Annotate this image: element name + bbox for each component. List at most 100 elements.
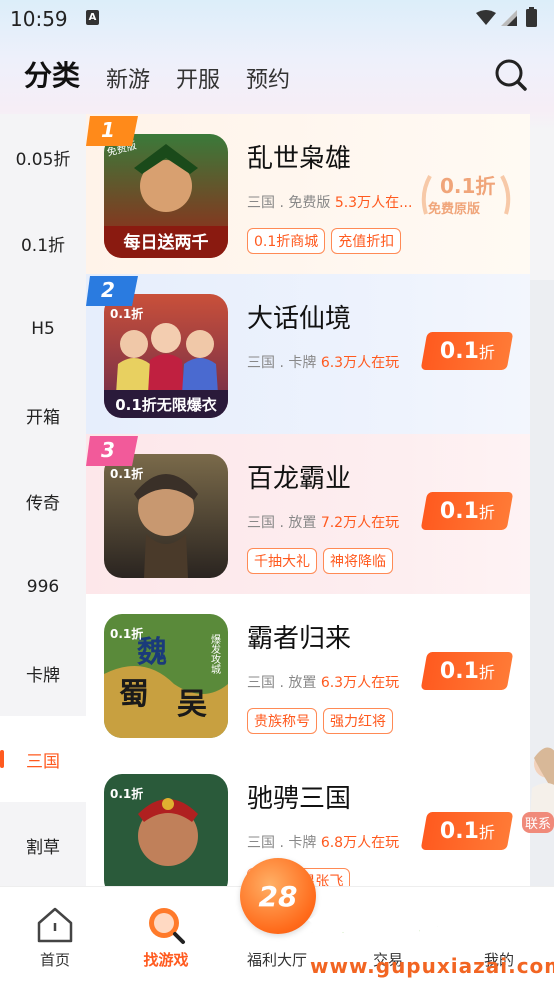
search-icon[interactable] [494, 58, 528, 92]
rank-number: 3 [101, 438, 115, 462]
game-type: 放置 [288, 515, 317, 531]
discount-unit: 折 [478, 342, 495, 362]
stamp-discount: 0.1折 [440, 174, 496, 198]
sidebar-item-0.05-discount[interactable]: 0.05折 [0, 114, 86, 200]
discount-badge[interactable]: 0.1折 [420, 652, 514, 690]
tab-label: 预约 [246, 68, 291, 93]
home-icon [37, 907, 73, 943]
rank-number: 2 [101, 278, 115, 302]
player-count: 6.8万人在玩 [320, 835, 400, 851]
sidebar-item-card[interactable]: 卡牌 [0, 630, 86, 716]
game-title[interactable]: 大话仙境 [247, 298, 351, 335]
game-type: 免费版 [288, 195, 331, 211]
game-meta: 三国 . 卡牌 6.8万人在玩 [247, 832, 399, 852]
app-screen: 10:59 A 分类 新游 开服 预约 0.05折 0.1折 H5 开箱 传奇 … [0, 0, 554, 984]
game-meta: 三国 . 放置 6.3万人在玩 [247, 672, 399, 692]
thumb-caption: 每日送两千 [124, 232, 209, 253]
tab-label: 开服 [176, 68, 221, 93]
player-count: 7.2万人在玩 [320, 515, 400, 531]
player-count: 6.3万人在玩 [320, 675, 400, 691]
game-category: 三国 [247, 515, 275, 531]
game-category: 三国 [247, 195, 275, 211]
welfare-badge-number: 28 [258, 879, 298, 913]
sidebar-item-label: 传奇 [26, 493, 60, 514]
game-category: 三国 [247, 355, 275, 371]
sidebar-item-h5[interactable]: H5 [0, 286, 86, 372]
game-thumbnail: 每日送两千 免费版 [104, 134, 228, 258]
sidebar-item-0.1-discount[interactable]: 0.1折 [0, 200, 86, 286]
thumb-caption: 0.1折无限爆衣 [115, 396, 217, 414]
active-indicator [0, 750, 4, 768]
sidebar-item-label: 卡牌 [26, 665, 60, 686]
game-type: 放置 [288, 675, 317, 691]
site-watermark: 谷普软件园 www.gupuxiazai.com [300, 898, 554, 984]
game-type: 卡牌 [288, 835, 317, 851]
sidebar-item-unbox[interactable]: 开箱 [0, 372, 86, 458]
tab-new-games[interactable]: 新游 [106, 62, 150, 100]
sidebar-item-label: 三国 [26, 751, 60, 772]
game-thumbnail: 0.1折 [104, 774, 228, 886]
thumb-corner-label: 0.1折 [110, 626, 143, 641]
watermark-url: www.gupuxiazai.com [310, 954, 554, 978]
game-card[interactable]: 0.1折无限爆衣 0.1折 2 大话仙境 三国 . 卡牌 6.3万人在玩 0.1折 [86, 274, 530, 434]
discount-value: 0.1 [439, 818, 479, 844]
game-category: 三国 [247, 675, 275, 691]
tag: 0.1折商城 [247, 228, 326, 254]
game-title[interactable]: 乱世枭雄 [247, 138, 351, 175]
tab-label: 新游 [106, 68, 151, 93]
rank-badge: 1 [86, 116, 138, 146]
customer-service-widget[interactable]: 联系 [518, 738, 554, 836]
sidebar-item-three-kingdoms[interactable]: 三国 [0, 716, 86, 802]
stamp-label: 免费原版 [428, 202, 481, 217]
game-card[interactable]: 魏蜀吴爆发攻城 0.1折 霸者归来 三国 . 放置 6.3万人在玩 贵族称号 强力… [86, 594, 530, 754]
tag: 神将降临 [323, 548, 393, 574]
sidebar-item-horde[interactable]: 割草 [0, 802, 86, 888]
discount-badge[interactable]: 0.1折 [420, 812, 514, 850]
tag-list: 千抽大礼 神将降临 [247, 548, 399, 574]
game-card[interactable]: 0.1折 3 百龙霸业 三国 . 放置 7.2万人在玩 千抽大礼 神将降临 0.… [86, 434, 530, 594]
meta-separator: . [279, 675, 284, 691]
discount-unit: 折 [478, 662, 495, 682]
sidebar-item-legend[interactable]: 传奇 [0, 458, 86, 544]
status-time: 10:59 [10, 7, 68, 31]
thumb-char: 吴 [177, 687, 207, 722]
game-list[interactable]: 每日送两千 免费版 1 乱世枭雄 三国 . 免费版 5.3万人在... 0.1折商… [86, 114, 530, 886]
sidebar-item-label: H5 [31, 319, 55, 339]
game-title[interactable]: 驰骋三国 [247, 778, 351, 815]
discount-badge[interactable]: 0.1折 [420, 492, 514, 530]
game-title[interactable]: 霸者归来 [247, 618, 351, 655]
game-card[interactable]: 0.1折 驰骋三国 三国 . 卡牌 6.8万人在玩 ... 五星张飞 0.1折 [86, 754, 530, 886]
tab-category[interactable]: 分类 [24, 54, 81, 100]
tab-reservation[interactable]: 预约 [246, 62, 290, 100]
nav-label: 找游戏 [143, 951, 189, 969]
discount-value: 0.1 [439, 498, 479, 524]
game-category: 三国 [247, 835, 275, 851]
game-meta: 三国 . 卡牌 6.3万人在玩 [247, 352, 399, 372]
game-thumbnail: 魏蜀吴爆发攻城 0.1折 [104, 614, 228, 738]
tab-server-open[interactable]: 开服 [176, 62, 220, 100]
tag: 贵族称号 [247, 708, 317, 734]
discount-unit: 折 [478, 822, 495, 842]
tag: 千抽大礼 [247, 548, 317, 574]
game-thumbnail: 0.1折 [104, 454, 228, 578]
tag-list: 贵族称号 强力红将 [247, 708, 399, 734]
player-count: 6.3万人在玩 [320, 355, 400, 371]
discount-value: 0.1 [439, 338, 479, 364]
game-type: 卡牌 [288, 355, 317, 371]
category-sidebar: 0.05折 0.1折 H5 开箱 传奇 996 卡牌 三国 割草 [0, 114, 86, 886]
nav-home[interactable]: 首页 [0, 887, 110, 984]
signal-icon [501, 10, 517, 26]
sidebar-item-996[interactable]: 996 [0, 544, 86, 630]
game-meta: 三国 . 免费版 5.3万人在... [247, 192, 412, 212]
battery-icon [526, 7, 537, 27]
meta-separator: . [279, 835, 284, 851]
discount-badge[interactable]: 0.1折 [420, 332, 514, 370]
game-thumbnail: 0.1折无限爆衣 0.1折 [104, 294, 228, 418]
game-title[interactable]: 百龙霸业 [247, 458, 351, 495]
game-meta: 三国 . 放置 7.2万人在玩 [247, 512, 399, 532]
rank-badge: 2 [86, 276, 138, 306]
nav-find-games[interactable]: 找游戏 [111, 887, 221, 984]
meta-separator: . [279, 195, 284, 211]
discount-unit: 折 [478, 502, 495, 522]
game-card[interactable]: 每日送两千 免费版 1 乱世枭雄 三国 . 免费版 5.3万人在... 0.1折商… [86, 114, 530, 274]
